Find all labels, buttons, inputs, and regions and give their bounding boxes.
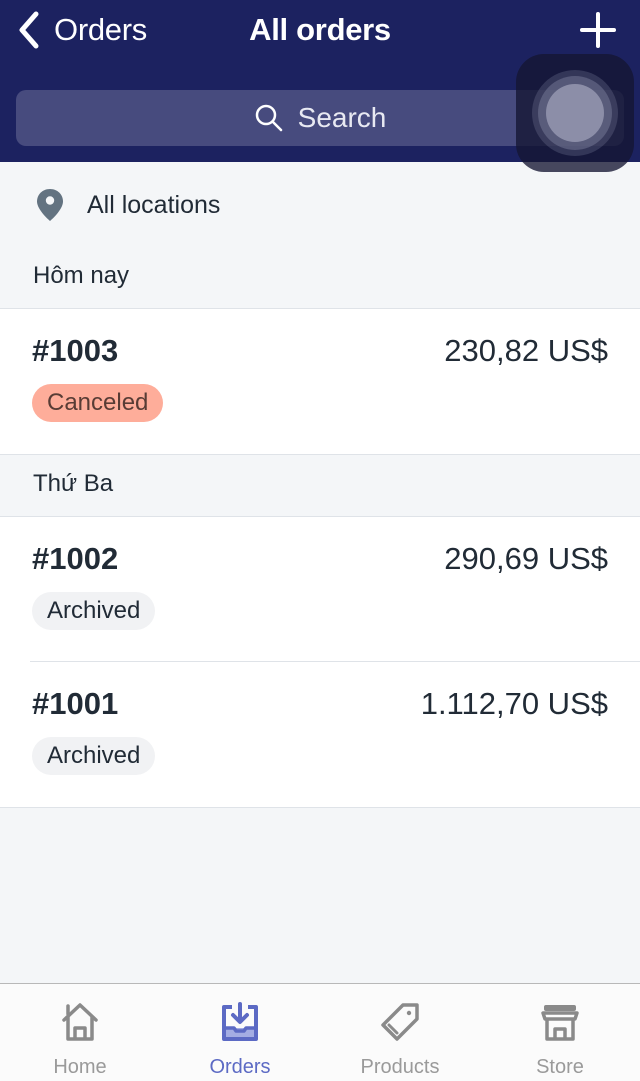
order-row[interactable]: #1003 230,82 US$ Canceled (0, 309, 640, 454)
order-row[interactable]: #1002 290,69 US$ Archived (0, 517, 640, 662)
status-badge: Archived (32, 592, 156, 630)
order-number: #1002 (32, 541, 119, 576)
orders-card-tuesday: #1002 290,69 US$ Archived #1001 1.112,70… (0, 516, 640, 808)
section-header-tuesday: Thứ Ba (33, 470, 114, 497)
location-filter[interactable]: All locations (0, 162, 640, 248)
tab-products[interactable]: Products (320, 984, 480, 1081)
tag-icon (381, 1003, 419, 1041)
tab-bar: Home Orders Products Store (0, 983, 640, 1081)
status-badge: Archived (32, 737, 156, 775)
section-header-today: Hôm nay (33, 262, 130, 289)
order-row[interactable]: #1001 1.112,70 US$ Archived (0, 662, 640, 807)
store-icon (541, 1005, 579, 1041)
plus-icon[interactable] (578, 10, 618, 50)
order-amount: 1.112,70 US$ (420, 686, 608, 721)
orders-inbox-icon (222, 1002, 258, 1041)
order-number: #1003 (32, 333, 119, 368)
tab-store[interactable]: Store (480, 984, 640, 1081)
orders-card-today: #1003 230,82 US$ Canceled (0, 308, 640, 455)
tab-orders[interactable]: Orders (160, 984, 320, 1081)
order-number: #1001 (32, 686, 119, 721)
page-title: All orders (249, 12, 391, 47)
assistive-touch-button[interactable] (516, 54, 634, 172)
tab-label: Orders (209, 1056, 271, 1078)
order-amount: 230,82 US$ (444, 333, 608, 368)
order-amount: 290,69 US$ (444, 541, 608, 576)
home-icon (62, 1003, 98, 1041)
status-badge: Canceled (32, 384, 164, 422)
search-placeholder: Search (297, 102, 387, 133)
search-icon (255, 104, 282, 132)
location-label: All locations (87, 190, 221, 219)
tab-label: Store (536, 1056, 584, 1078)
tab-label: Home (53, 1056, 107, 1078)
location-pin-icon (37, 189, 63, 221)
tab-label: Products (360, 1056, 440, 1078)
tab-home[interactable]: Home (0, 984, 160, 1081)
